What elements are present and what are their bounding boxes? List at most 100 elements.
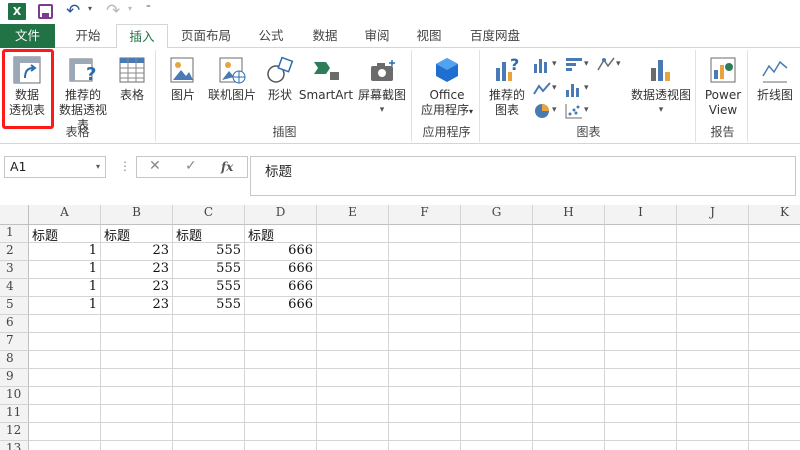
cell[interactable]: 555 <box>173 243 245 261</box>
cell[interactable] <box>317 225 389 243</box>
cell[interactable] <box>29 369 101 387</box>
cell[interactable] <box>317 423 389 441</box>
row-header[interactable]: 13 <box>0 441 29 450</box>
cell[interactable] <box>101 351 173 369</box>
cell[interactable] <box>677 369 749 387</box>
customize-qat-icon[interactable]: ⁼ <box>146 4 151 14</box>
cell[interactable]: 666 <box>245 243 317 261</box>
cell[interactable] <box>749 297 800 315</box>
cell[interactable] <box>101 369 173 387</box>
cell[interactable] <box>317 441 389 450</box>
line-chart-icon[interactable] <box>532 80 552 98</box>
cell[interactable] <box>605 441 677 450</box>
cell[interactable]: 666 <box>245 261 317 279</box>
waterfall-chart-dropdown-icon[interactable]: ▾ <box>616 59 621 69</box>
cell[interactable] <box>605 243 677 261</box>
cell[interactable] <box>605 369 677 387</box>
scatter-chart-icon[interactable] <box>564 102 584 120</box>
pie-chart-dropdown-icon[interactable]: ▾ <box>552 105 557 115</box>
cell[interactable] <box>389 423 461 441</box>
row-header[interactable]: 7 <box>0 333 29 351</box>
cell[interactable] <box>533 423 605 441</box>
cell[interactable] <box>29 315 101 333</box>
cell[interactable]: 1 <box>29 279 101 297</box>
column-header[interactable]: D <box>245 205 317 225</box>
cell[interactable] <box>749 423 800 441</box>
cell[interactable] <box>461 243 533 261</box>
formula-input[interactable]: 标题 <box>250 156 796 196</box>
cell[interactable] <box>101 405 173 423</box>
cell[interactable] <box>389 225 461 243</box>
cell[interactable] <box>461 423 533 441</box>
cell[interactable] <box>317 315 389 333</box>
cell[interactable] <box>173 351 245 369</box>
cell[interactable] <box>605 423 677 441</box>
column-header[interactable]: J <box>677 205 749 225</box>
cell[interactable] <box>245 405 317 423</box>
cell[interactable]: 555 <box>173 261 245 279</box>
cell[interactable] <box>605 261 677 279</box>
scatter-chart-dropdown-icon[interactable]: ▾ <box>584 105 589 115</box>
waterfall-chart-icon[interactable] <box>596 56 616 74</box>
cell[interactable]: 23 <box>101 297 173 315</box>
cell[interactable] <box>533 225 605 243</box>
cell[interactable]: 1 <box>29 261 101 279</box>
cell[interactable] <box>173 369 245 387</box>
column-header[interactable]: B <box>101 205 173 225</box>
cell[interactable] <box>29 333 101 351</box>
cell[interactable] <box>461 441 533 450</box>
cell[interactable] <box>749 315 800 333</box>
cell[interactable] <box>533 405 605 423</box>
cell[interactable]: 23 <box>101 243 173 261</box>
row-header[interactable]: 8 <box>0 351 29 369</box>
cell[interactable] <box>389 261 461 279</box>
cell[interactable]: 555 <box>173 279 245 297</box>
cell[interactable] <box>677 297 749 315</box>
enter-icon[interactable]: ✓ <box>185 158 197 174</box>
cell[interactable] <box>317 243 389 261</box>
cell[interactable] <box>677 351 749 369</box>
column-header[interactable]: F <box>389 205 461 225</box>
cell[interactable] <box>605 297 677 315</box>
undo-icon[interactable]: ↶ <box>66 1 80 21</box>
formula-bar-separator[interactable]: ⋮ <box>119 159 131 173</box>
tab-file[interactable]: 文件 <box>0 24 55 48</box>
cell[interactable]: 标题 <box>101 225 173 243</box>
cell[interactable] <box>461 261 533 279</box>
cell[interactable]: 23 <box>101 261 173 279</box>
cell[interactable] <box>533 369 605 387</box>
cell[interactable] <box>677 441 749 450</box>
tab-formulas[interactable]: 公式 <box>248 24 294 48</box>
column-header[interactable]: C <box>173 205 245 225</box>
column-header[interactable]: E <box>317 205 389 225</box>
tab-review[interactable]: 审阅 <box>354 24 400 48</box>
cell[interactable] <box>317 297 389 315</box>
cell[interactable] <box>245 423 317 441</box>
cell[interactable] <box>29 351 101 369</box>
row-header[interactable]: 10 <box>0 387 29 405</box>
cell[interactable] <box>317 333 389 351</box>
cell[interactable] <box>317 261 389 279</box>
cell[interactable] <box>605 333 677 351</box>
cell[interactable] <box>389 405 461 423</box>
cell[interactable] <box>677 279 749 297</box>
cell[interactable] <box>605 351 677 369</box>
column-header[interactable]: H <box>533 205 605 225</box>
cell[interactable] <box>389 315 461 333</box>
pictures-button[interactable]: 图片 <box>162 54 204 103</box>
recommended-charts-button[interactable]: ? 推荐的 图表 <box>486 54 528 118</box>
cell[interactable] <box>461 351 533 369</box>
cell[interactable] <box>677 423 749 441</box>
cell[interactable]: 1 <box>29 297 101 315</box>
cell[interactable] <box>605 387 677 405</box>
column-header[interactable]: G <box>461 205 533 225</box>
online-pictures-button[interactable]: 联机图片 <box>204 54 260 103</box>
cell[interactable] <box>173 405 245 423</box>
row-header[interactable]: 1 <box>0 225 29 243</box>
row-header[interactable]: 2 <box>0 243 29 261</box>
cell[interactable] <box>389 333 461 351</box>
cell[interactable] <box>677 261 749 279</box>
office-apps-button[interactable]: Office 应用程序▾ <box>418 54 476 119</box>
shapes-button[interactable]: 形状 <box>262 54 298 103</box>
table-button[interactable]: 表格 <box>114 54 150 103</box>
